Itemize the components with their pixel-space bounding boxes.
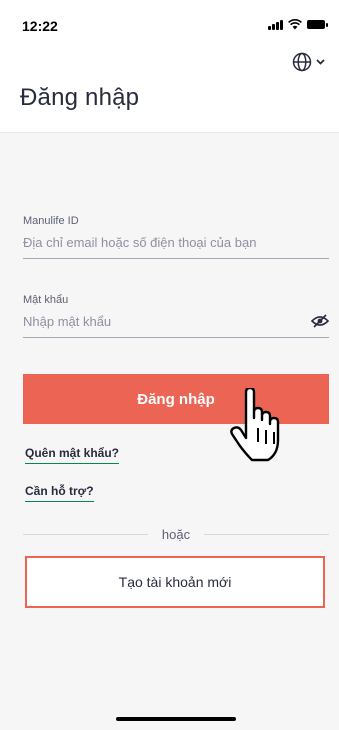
login-screen: 12:22 Đăng nhập Manulife ID Địa chỉ emai…	[0, 0, 339, 730]
status-time: 12:22	[22, 18, 58, 34]
wifi-icon	[288, 19, 302, 30]
help-link[interactable]: Cần hỗ trợ?	[25, 484, 94, 502]
divider-text: hoặc	[161, 527, 191, 542]
status-bar: 12:22	[0, 0, 339, 46]
password-input[interactable]	[23, 311, 329, 338]
password-field: Mật khẩu	[23, 294, 329, 338]
language-selector[interactable]	[292, 52, 325, 72]
status-icons	[268, 19, 328, 30]
create-account-button[interactable]: Tạo tài khoản mới	[25, 556, 325, 608]
manulife-id-label: Manulife ID	[23, 215, 79, 227]
manulife-id-field: Manulife ID	[23, 215, 329, 259]
globe-icon	[292, 52, 312, 72]
battery-icon	[307, 20, 328, 29]
password-label: Mật khẩu	[23, 294, 69, 306]
manulife-id-input[interactable]	[23, 232, 329, 259]
page-title: Đăng nhập	[20, 84, 140, 111]
forgot-password-link[interactable]: Quên mật khẩu?	[25, 446, 120, 464]
home-indicator[interactable]	[116, 717, 236, 721]
or-divider: hoặc	[23, 527, 330, 542]
eye-off-icon[interactable]	[311, 314, 329, 328]
chevron-down-icon	[316, 59, 325, 65]
signal-icon	[268, 19, 283, 30]
divider-line-right	[204, 534, 330, 535]
divider-line-left	[23, 534, 148, 535]
hand-pointer-icon	[230, 388, 280, 462]
header: Đăng nhập	[0, 46, 339, 133]
